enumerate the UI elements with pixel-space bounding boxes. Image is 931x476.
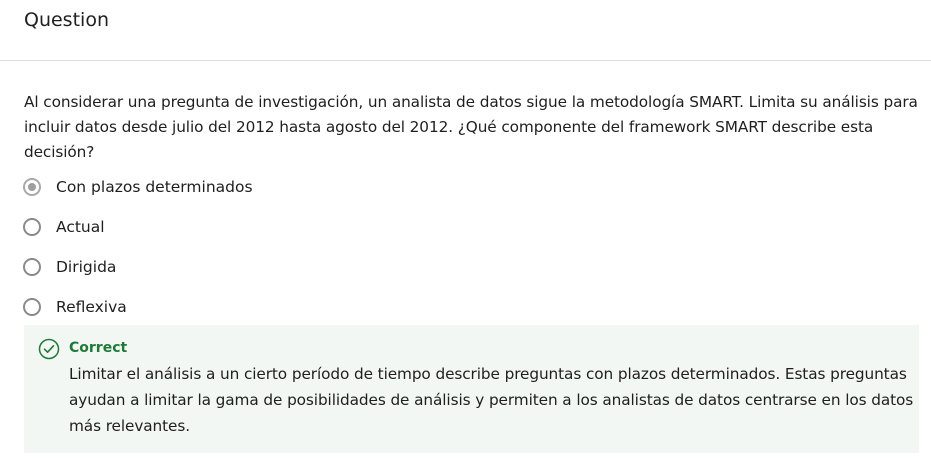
- question-header: Question: [0, 0, 931, 61]
- option-reflexiva[interactable]: Reflexiva: [23, 287, 903, 327]
- page-title: Question: [24, 9, 109, 31]
- check-circle-icon: [38, 338, 60, 360]
- option-con-plazos-determinados[interactable]: Con plazos determinados: [23, 167, 903, 207]
- option-dirigida[interactable]: Dirigida: [23, 247, 903, 287]
- option-actual[interactable]: Actual: [23, 207, 903, 247]
- feedback-panel: Correct Limitar el análisis a un cierto …: [24, 325, 919, 453]
- option-label: Dirigida: [56, 258, 117, 276]
- feedback-status: Correct: [69, 340, 128, 356]
- radio-button[interactable]: [23, 298, 41, 316]
- feedback-explanation: Limitar el análisis a un cierto período …: [69, 365, 914, 435]
- radio-button[interactable]: [23, 218, 41, 236]
- radio-button[interactable]: [23, 258, 41, 276]
- answer-options: Con plazos determinados Actual Dirigida …: [23, 167, 903, 327]
- radio-button-selected[interactable]: [23, 178, 41, 196]
- option-label: Actual: [56, 218, 105, 236]
- option-label: Con plazos determinados: [56, 178, 253, 196]
- question-text: Al considerar una pregunta de investigac…: [24, 93, 918, 161]
- option-label: Reflexiva: [56, 298, 127, 316]
